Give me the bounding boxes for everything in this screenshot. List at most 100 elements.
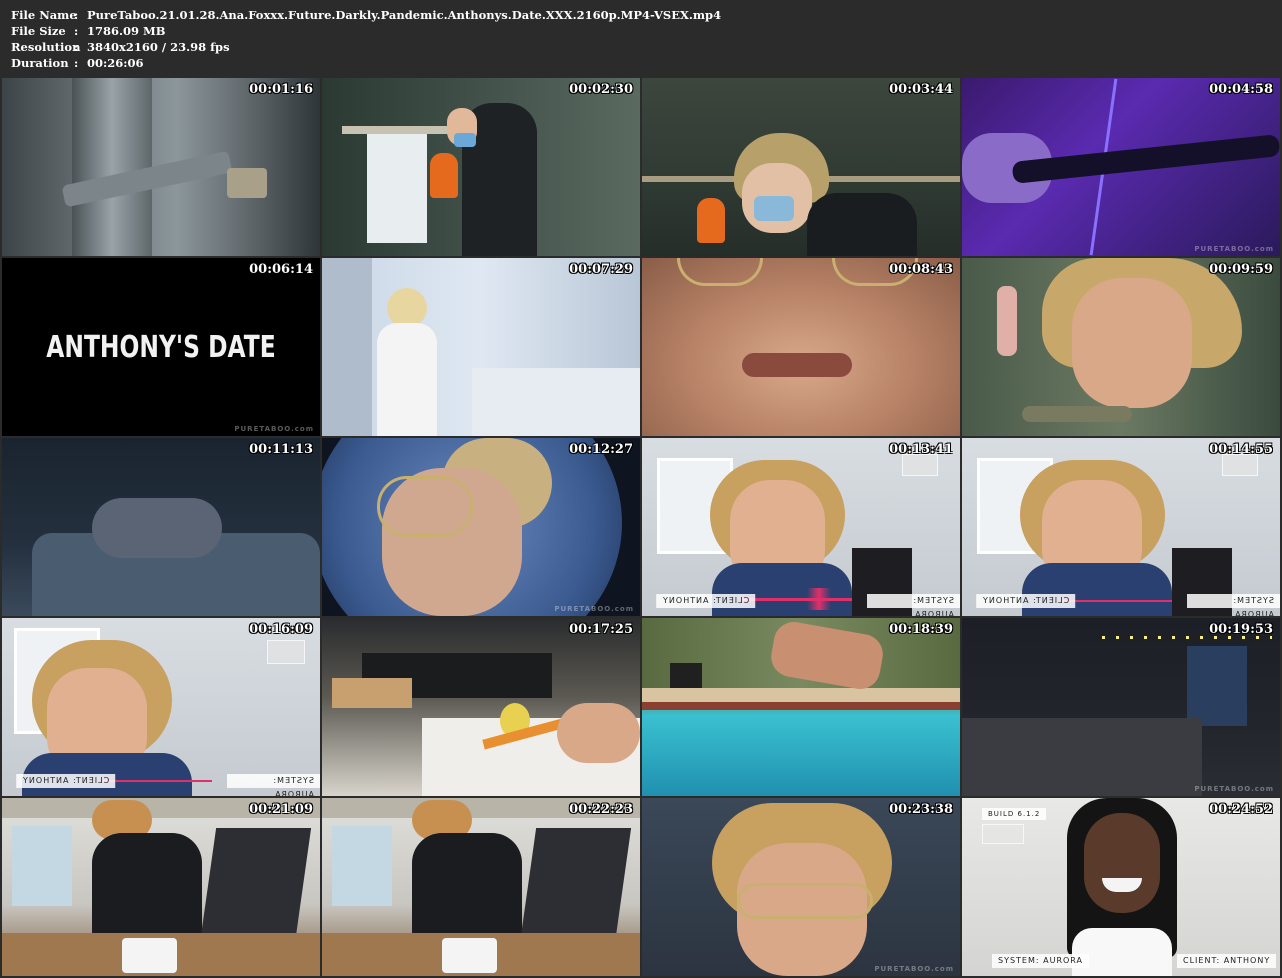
scene-pipe bbox=[72, 78, 152, 256]
watermark: PURETABOO.com bbox=[234, 425, 314, 433]
thumbnail[interactable]: CLIENT: ANTHONY SYSTEM: AURORA 00:16:09 bbox=[2, 618, 320, 796]
thumbnail[interactable]: 00:08:43 bbox=[642, 258, 960, 436]
thumbnail[interactable]: 00:11:13 bbox=[2, 438, 320, 616]
timestamp: 00:17:25 bbox=[569, 622, 633, 637]
scene-mouth bbox=[742, 353, 852, 377]
scene-window bbox=[12, 826, 72, 906]
colon: : bbox=[74, 8, 79, 22]
thumbnail[interactable]: 00:01:16 bbox=[2, 78, 320, 256]
client-label: CLIENT: ANTHONY bbox=[16, 774, 116, 788]
thumbnail[interactable]: 00:22:23 bbox=[322, 798, 640, 976]
file-size-value: 1786.09 MB bbox=[87, 24, 166, 38]
timestamp: 00:04:58 bbox=[1209, 82, 1273, 97]
thumbnail[interactable]: 00:09:59 bbox=[962, 258, 1280, 436]
timestamp: 00:18:39 bbox=[889, 622, 953, 637]
file-size-row: File Size : 1786.09 MB bbox=[11, 23, 721, 39]
scene-window bbox=[367, 133, 427, 243]
client-label: CLIENT: ANTHONY bbox=[656, 594, 756, 608]
waveform bbox=[1062, 600, 1172, 602]
file-name-row: File Name : PureTaboo.21.01.28.Ana.Foxxx… bbox=[11, 7, 721, 23]
system-label: SYSTEM: AURORA bbox=[992, 954, 1090, 968]
system-label: SYSTEM: AURORA bbox=[867, 594, 960, 616]
scene-glasses bbox=[737, 883, 873, 919]
colon: : bbox=[74, 56, 79, 70]
hud-block bbox=[267, 640, 305, 664]
timestamp: 00:21:09 bbox=[249, 802, 313, 817]
waveform-peak bbox=[807, 588, 831, 610]
scene-phone bbox=[442, 938, 497, 973]
hud-block bbox=[902, 454, 938, 476]
thumbnail[interactable]: PURETABOO.com 00:12:27 bbox=[322, 438, 640, 616]
scene-bed bbox=[962, 718, 1202, 796]
timestamp: 00:12:27 bbox=[569, 442, 633, 457]
title-card-text: ANTHONY'S DATE bbox=[46, 330, 276, 365]
scene-face bbox=[1072, 278, 1192, 408]
watermark: PURETABOO.com bbox=[1194, 245, 1274, 253]
scene-top bbox=[1072, 928, 1172, 976]
scene-mask bbox=[454, 133, 476, 147]
timestamp: 00:24:52 bbox=[1209, 802, 1273, 817]
watermark: PURETABOO.com bbox=[554, 605, 634, 613]
thumbnail[interactable]: PURETABOO.com 00:04:58 bbox=[962, 78, 1280, 256]
scene-window bbox=[332, 826, 392, 906]
timestamp: 00:13:41 bbox=[889, 442, 953, 457]
watermark: PURETABOO.com bbox=[874, 965, 954, 973]
scene-glasses bbox=[677, 258, 763, 286]
timestamp: 00:19:53 bbox=[1209, 622, 1273, 637]
thumbnail[interactable]: PURETABOO.com 00:23:38 bbox=[642, 798, 960, 976]
file-size-label: File Size bbox=[11, 24, 66, 38]
thumbnail[interactable]: 00:18:39 bbox=[642, 618, 960, 796]
scene-body bbox=[377, 323, 437, 436]
thumbnail[interactable]: PURETABOO.com 00:19:53 bbox=[962, 618, 1280, 796]
watermark: PURETABOO.com bbox=[1194, 785, 1274, 793]
timestamp: 00:06:14 bbox=[249, 262, 313, 277]
scene-spoon bbox=[1022, 406, 1132, 422]
scene-tiles bbox=[642, 702, 960, 710]
scene-doorframe bbox=[322, 258, 372, 436]
thumbnail[interactable]: 00:02:30 bbox=[322, 78, 640, 256]
scene-window bbox=[1187, 646, 1247, 726]
scene-person bbox=[92, 498, 222, 558]
scene-shirt bbox=[712, 563, 852, 616]
scene-person bbox=[92, 833, 202, 933]
thumbnail[interactable]: 00:21:09 bbox=[2, 798, 320, 976]
duration-row: Duration : 00:26:06 bbox=[11, 55, 721, 71]
system-label: SYSTEM: AURORA bbox=[227, 774, 320, 796]
file-name-label: File Name bbox=[11, 8, 77, 22]
resolution-label: Resolution bbox=[11, 40, 81, 54]
client-label: CLIENT: ANTHONY bbox=[1177, 954, 1277, 968]
timestamp: 00:23:38 bbox=[889, 802, 953, 817]
waveform bbox=[742, 598, 852, 601]
thumbnail[interactable]: CLIENT: ANTHONY SYSTEM: AURORA 00:13:41 bbox=[642, 438, 960, 616]
scene-laptop bbox=[670, 663, 702, 688]
timestamp: 00:22:23 bbox=[569, 802, 633, 817]
thumbnail[interactable]: 00:07:29 bbox=[322, 258, 640, 436]
timestamp: 00:07:29 bbox=[569, 262, 633, 277]
timestamp: 00:03:44 bbox=[889, 82, 953, 97]
thumbnail[interactable]: 00:17:25 bbox=[322, 618, 640, 796]
scene-person bbox=[412, 833, 522, 933]
client-label: CLIENT: ANTHONY bbox=[976, 594, 1076, 608]
waveform bbox=[102, 780, 212, 782]
scene-hand bbox=[557, 703, 640, 763]
colon: : bbox=[74, 40, 79, 54]
hud-block bbox=[1222, 454, 1258, 476]
thumbnail[interactable]: ANTHONY'S DATE PURETABOO.com 00:06:14 bbox=[2, 258, 320, 436]
thumbnail[interactable]: 00:03:44 bbox=[642, 78, 960, 256]
resolution-row: Resolution : 3840x2160 / 23.98 fps bbox=[11, 39, 721, 55]
scene-phone bbox=[122, 938, 177, 973]
scene-orange-bag bbox=[430, 153, 458, 198]
duration-label: Duration bbox=[11, 56, 69, 70]
scene-shirt bbox=[1022, 563, 1172, 616]
timestamp: 00:14:55 bbox=[1209, 442, 1273, 457]
timestamp: 00:16:09 bbox=[249, 622, 313, 637]
thumbnail[interactable]: CLIENT: ANTHONY SYSTEM: AURORA 00:14:55 bbox=[962, 438, 1280, 616]
scene-bolt bbox=[227, 168, 267, 198]
timestamp: 00:02:30 bbox=[569, 82, 633, 97]
thumbnail[interactable]: BUILD 6.1.2 SYSTEM: AURORA CLIENT: ANTHO… bbox=[962, 798, 1280, 976]
duration-value: 00:26:06 bbox=[87, 56, 144, 70]
scene-glasses bbox=[377, 476, 473, 537]
scene-device bbox=[1011, 134, 1280, 184]
scene-hair bbox=[387, 288, 427, 328]
resolution-value: 3840x2160 / 23.98 fps bbox=[87, 40, 230, 54]
